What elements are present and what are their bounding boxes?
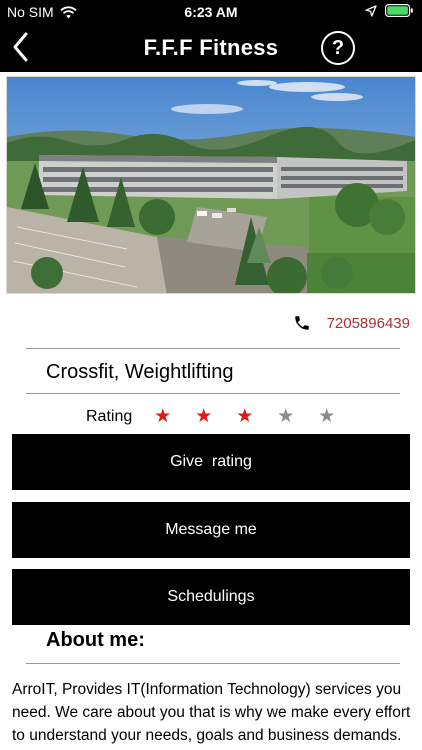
phone-number[interactable]: 7205896439 — [327, 315, 410, 332]
about-text: ArroIT, Provides IT(Information Technolo… — [12, 681, 411, 744]
rating-star-2[interactable]: ★ — [183, 406, 224, 428]
phone-icon — [294, 316, 309, 330]
rating-star-3[interactable]: ★ — [224, 406, 265, 428]
rating-star-1[interactable]: ★ — [142, 406, 183, 428]
status-right — [365, 4, 414, 17]
location-arrow-icon — [365, 4, 377, 17]
phone-contact[interactable]: 7205896439 — [293, 314, 410, 332]
status-time: 6:23 AM — [184, 4, 238, 20]
status-bar: No SIM 6:23 AM — [0, 0, 422, 24]
help-button[interactable]: ? — [321, 31, 355, 65]
rating-star-5[interactable]: ★ — [306, 406, 347, 428]
divider-about — [26, 663, 400, 664]
categories-label: Crossfit, Weightlifting — [46, 361, 234, 383]
schedulings-button[interactable]: Schedulings — [12, 569, 410, 625]
give-rating-button[interactable]: Give rating — [12, 434, 410, 490]
facility-photo-illustration — [7, 77, 415, 293]
facility-photo — [6, 76, 416, 294]
question-circle-icon: ? — [331, 36, 345, 59]
divider-top — [26, 348, 400, 349]
nav-bar: F.F.F Fitness ? — [0, 24, 422, 72]
battery-icon — [385, 4, 413, 17]
divider-categories — [26, 393, 400, 394]
page-title: F.F.F Fitness — [143, 35, 279, 60]
rating-row: Rating ★ ★ ★ ★ ★ — [86, 406, 347, 428]
rating-label: Rating — [86, 408, 133, 425]
about-heading: About me: — [46, 629, 145, 651]
rating-star-4[interactable]: ★ — [265, 406, 306, 428]
message-me-button[interactable]: Message me — [12, 502, 410, 558]
